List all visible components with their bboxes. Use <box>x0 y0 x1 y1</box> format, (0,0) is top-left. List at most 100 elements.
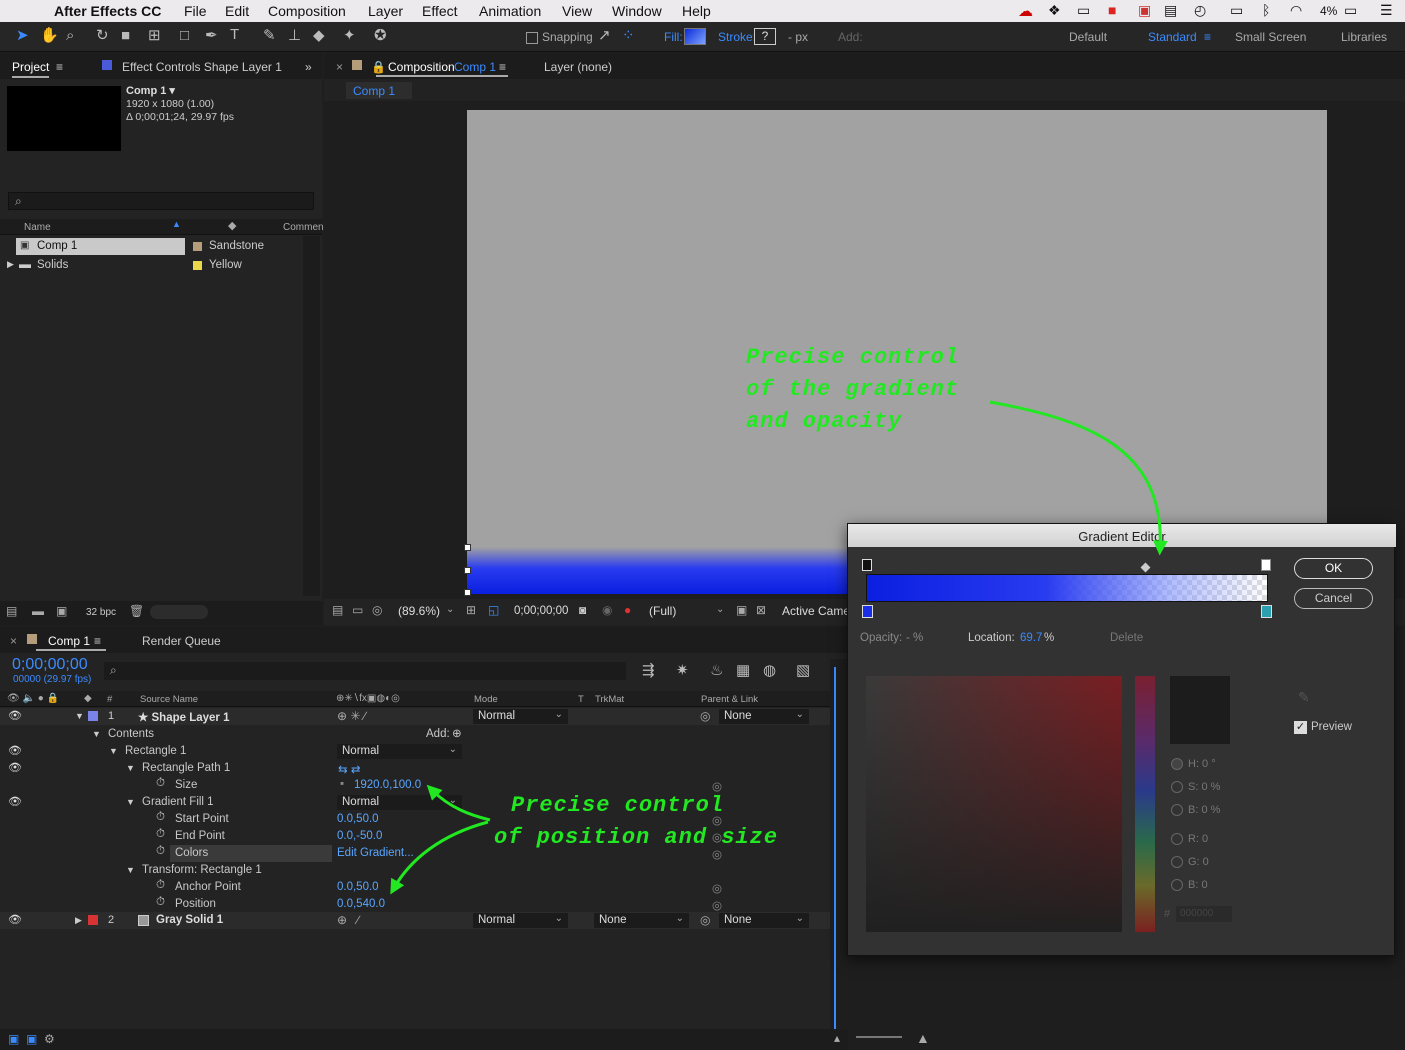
twirl-down-icon[interactable]: ▼ <box>109 746 118 756</box>
menu-file[interactable]: File <box>184 3 207 19</box>
transparency-grid-icon[interactable]: ⊠ <box>756 603 766 617</box>
location-value[interactable]: 69.7 <box>1020 632 1042 644</box>
opacity-midpoint-diamond[interactable] <box>1140 562 1151 573</box>
fill-swatch[interactable] <box>684 28 706 45</box>
hue-slider[interactable] <box>1135 676 1155 932</box>
delete-button[interactable]: Delete <box>1110 632 1143 644</box>
blend-mode-dropdown[interactable]: Normal ⌄ <box>337 744 462 759</box>
twirl-down-icon[interactable]: ▼ <box>75 711 84 721</box>
camera-view-dropdown[interactable]: Active Camer <box>782 604 854 618</box>
add-property-icon[interactable]: ⊕ <box>452 726 462 740</box>
pan-behind-tool-icon[interactable]: ⊞ <box>148 28 161 44</box>
column-name[interactable]: Name <box>24 222 51 233</box>
visibility-eye-icon[interactable]: 👁 <box>8 795 22 808</box>
app-name[interactable]: After Effects CC <box>54 3 161 19</box>
workspace-menu-icon[interactable]: ≡ <box>1204 30 1211 44</box>
twirl-down-icon[interactable]: ▼ <box>126 865 135 875</box>
expression-icon[interactable]: ◎ <box>712 881 722 895</box>
color-stop-right[interactable] <box>1261 605 1272 618</box>
end-point-value[interactable]: 0.0,-50.0 <box>337 830 382 842</box>
menu-composition[interactable]: Composition <box>268 3 346 19</box>
rotate-tool-icon[interactable]: ↻ <box>96 28 109 44</box>
dropbox-icon[interactable]: ❖ <box>1048 2 1061 19</box>
tab-project[interactable]: Project <box>12 60 50 78</box>
edit-gradient-link[interactable]: Edit Gradient... <box>337 847 414 859</box>
monitor-icon[interactable]: ▭ <box>352 603 363 617</box>
brightness-radio[interactable] <box>1171 804 1183 816</box>
property-rectangle[interactable]: 👁 ▼ Rectangle 1 Normal ⌄ <box>0 743 830 760</box>
opacity-stop-left[interactable] <box>862 559 872 571</box>
layer-name[interactable]: Gray Solid 1 <box>156 914 223 926</box>
show-snapshot-icon[interactable]: ◉ <box>602 603 612 617</box>
layer-label-swatch[interactable] <box>88 915 98 925</box>
stopwatch-icon[interactable]: ⏱ <box>156 777 165 790</box>
channel-icon[interactable]: ● <box>624 603 631 617</box>
constrain-icon[interactable]: ▪ <box>340 778 344 790</box>
zoom-out-icon[interactable]: ▴ <box>834 1031 840 1045</box>
property-rectangle-path[interactable]: 👁 ▼ Rectangle Path 1 ⇆ ⇄ <box>0 760 830 777</box>
color-field[interactable] <box>866 676 1122 932</box>
time-machine-icon[interactable]: ◴ <box>1194 2 1206 19</box>
comp-navigator-tab[interactable]: Comp 1 <box>346 82 412 99</box>
cancel-button[interactable]: Cancel <box>1294 588 1373 609</box>
layer-row-shape[interactable]: 👁 ▼ 1 ★ Shape Layer 1 ⊕ ✳ ∕ Normal ⌄ ◎ No… <box>0 708 830 725</box>
comp-flowchart-icon[interactable]: ⇶ <box>642 663 655 679</box>
notification-icon[interactable]: ☰ <box>1380 2 1393 19</box>
property-position[interactable]: ⏱ Position 0.0,540.0 ◎ <box>0 896 830 913</box>
quality-dropdown[interactable]: (Full) <box>649 604 676 618</box>
ok-button[interactable]: OK <box>1294 558 1373 579</box>
always-preview-icon[interactable]: ▤ <box>332 603 343 617</box>
expand-panels-icon[interactable]: » <box>305 60 312 74</box>
camera-tool-icon[interactable]: ■ <box>121 28 130 44</box>
tab-effect-controls[interactable]: Effect Controls Shape Layer 1 <box>122 60 282 74</box>
new-folder-icon[interactable]: ▬ <box>32 604 44 618</box>
label-tag-icon[interactable]: ◆ <box>228 219 236 232</box>
green-radio[interactable] <box>1171 856 1183 868</box>
shy-icon[interactable]: ♨ <box>710 663 723 679</box>
quality-chevron-down-icon[interactable]: ⌄ <box>716 604 724 615</box>
toggle-switches-icon[interactable]: ▣ <box>8 1032 19 1046</box>
pen-tool-icon[interactable]: ✒ <box>205 28 218 44</box>
zoom-level[interactable]: (89.6%) <box>398 604 440 618</box>
preview-checkbox[interactable]: ✓ <box>1294 721 1307 734</box>
interpret-footage-icon[interactable]: ▤ <box>6 604 17 618</box>
opacity-value[interactable]: - % <box>906 632 923 644</box>
stroke-swatch[interactable]: ? <box>754 28 776 45</box>
menu-view[interactable]: View <box>562 3 592 19</box>
visibility-eye-icon[interactable]: 👁 <box>8 761 22 774</box>
menu-animation[interactable]: Animation <box>479 3 541 19</box>
trkmat-dropdown[interactable]: None ⌄ <box>594 913 689 928</box>
lock-icon[interactable]: 🔒 <box>371 60 386 74</box>
project-item-name[interactable]: Solids <box>37 259 68 271</box>
workspace-default[interactable]: Default <box>1069 30 1107 44</box>
trash-icon[interactable]: 🗑 <box>129 604 144 618</box>
zoom-chevron-down-icon[interactable]: ⌄ <box>446 604 454 615</box>
tab-composition-name[interactable]: Comp 1 <box>454 60 496 74</box>
stroke-width[interactable]: - px <box>788 30 808 44</box>
bluetooth-icon[interactable]: ᛒ <box>1262 2 1270 18</box>
current-time[interactable]: 0;00;00;00 <box>514 605 568 617</box>
gradient-ramp[interactable] <box>866 574 1268 602</box>
saturation-radio[interactable] <box>1171 781 1183 793</box>
column-parent[interactable]: Parent & Link <box>701 694 758 705</box>
frame-blending-icon[interactable]: ▦ <box>736 663 750 679</box>
display-icon[interactable]: ▤ <box>1164 2 1177 19</box>
rectangle-tool-icon[interactable]: □ <box>180 28 189 44</box>
clone-stamp-tool-icon[interactable]: ⊥ <box>288 28 301 44</box>
app-red-icon[interactable]: ■ <box>1108 2 1116 18</box>
toggle-render-time-icon[interactable]: ⚙ <box>44 1032 55 1046</box>
column-source-name[interactable]: Source Name <box>140 694 198 705</box>
twirl-down-icon[interactable]: ▼ <box>126 797 135 807</box>
menu-edit[interactable]: Edit <box>225 3 249 19</box>
cast-icon[interactable]: ▭ <box>1077 2 1090 19</box>
blue-radio[interactable] <box>1171 879 1183 891</box>
stopwatch-icon[interactable]: ⏱ <box>156 879 165 892</box>
eraser-tool-icon[interactable]: ◆ <box>313 28 325 44</box>
eyedropper-icon[interactable]: ✎ <box>1298 689 1310 706</box>
workspace-libraries[interactable]: Libraries <box>1341 30 1387 44</box>
expression-icon[interactable]: ◎ <box>712 898 722 912</box>
hex-input[interactable]: 000000 <box>1176 906 1232 922</box>
snap-grid-icon[interactable]: ⁘ <box>622 28 635 44</box>
snapshot-icon[interactable]: ◙ <box>579 603 586 617</box>
timeline-zoom-slider[interactable] <box>856 1036 902 1038</box>
